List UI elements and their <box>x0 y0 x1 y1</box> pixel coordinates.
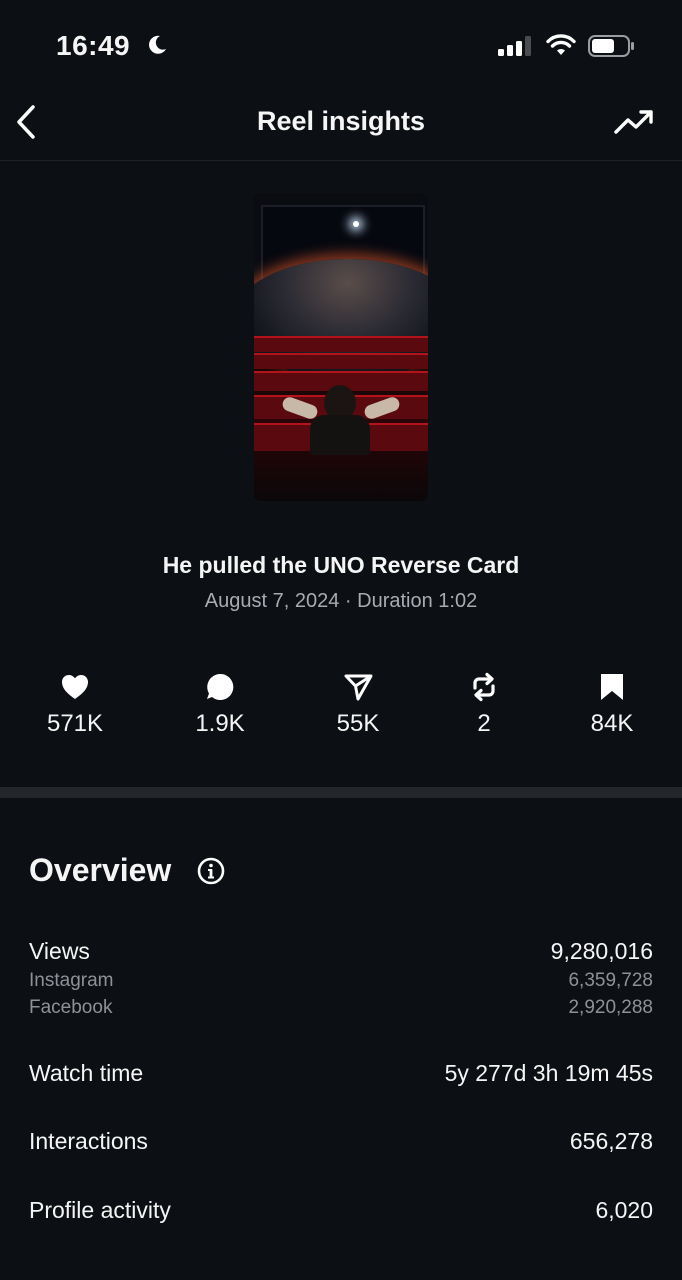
repost-icon <box>473 672 495 702</box>
section-divider <box>0 787 682 798</box>
wifi-icon <box>546 34 576 55</box>
instagram-views-value: 6,359,728 <box>568 970 653 991</box>
profile-activity-label[interactable]: Profile activity <box>29 1197 171 1224</box>
nav-bar: Reel insights <box>0 90 682 161</box>
likes-count: 571K <box>46 710 104 737</box>
status-bar: 16:49 <box>0 0 682 90</box>
interactions-label[interactable]: Interactions <box>29 1128 148 1155</box>
comment-icon <box>207 673 234 700</box>
reposts-count: 2 <box>477 710 491 737</box>
cellular-signal-icon <box>498 36 531 56</box>
saves-stat: 84K <box>552 670 672 738</box>
share-icon <box>344 674 373 701</box>
overview-heading: Overview <box>29 852 172 888</box>
saves-count: 84K <box>590 710 634 737</box>
comments-count: 1.9K <box>195 710 245 737</box>
likes-stat: 571K <box>15 670 135 738</box>
views-label: Views <box>29 938 90 964</box>
trending-up-icon[interactable] <box>614 106 654 138</box>
battery-icon <box>588 35 634 57</box>
profile-activity-value: 6,020 <box>595 1197 653 1223</box>
watch-time-label: Watch time <box>29 1060 144 1086</box>
facebook-views-value: 2,920,288 <box>568 997 653 1018</box>
moon-icon <box>149 35 166 54</box>
bookmark-icon <box>601 674 623 700</box>
facebook-views-label: Facebook <box>29 997 113 1018</box>
thumbnail-cinema-screen <box>254 205 428 379</box>
reel-title: He pulled the UNO Reverse Card <box>162 552 520 578</box>
shares-count: 55K <box>336 710 380 737</box>
page-title: Reel insights <box>256 106 426 136</box>
heart-icon <box>62 675 88 699</box>
engagement-stats: 571K 1.9K 55K 2 84K <box>0 670 682 750</box>
shares-stat: 55K <box>298 670 418 738</box>
reel-thumbnail[interactable] <box>254 193 428 501</box>
watch-time-value: 5y 277d 3h 19m 45s <box>444 1060 653 1086</box>
interactions-value: 656,278 <box>569 1128 653 1154</box>
instagram-views-label: Instagram <box>29 970 114 991</box>
info-icon[interactable] <box>197 857 225 885</box>
views-value: 9,280,016 <box>550 938 653 964</box>
status-time: 16:49 <box>56 30 131 61</box>
comments-stat: 1.9K <box>160 670 280 738</box>
reel-date-duration: August 7, 2024 · Duration 1:02 <box>204 590 478 612</box>
reposts-stat: 2 <box>424 670 544 738</box>
